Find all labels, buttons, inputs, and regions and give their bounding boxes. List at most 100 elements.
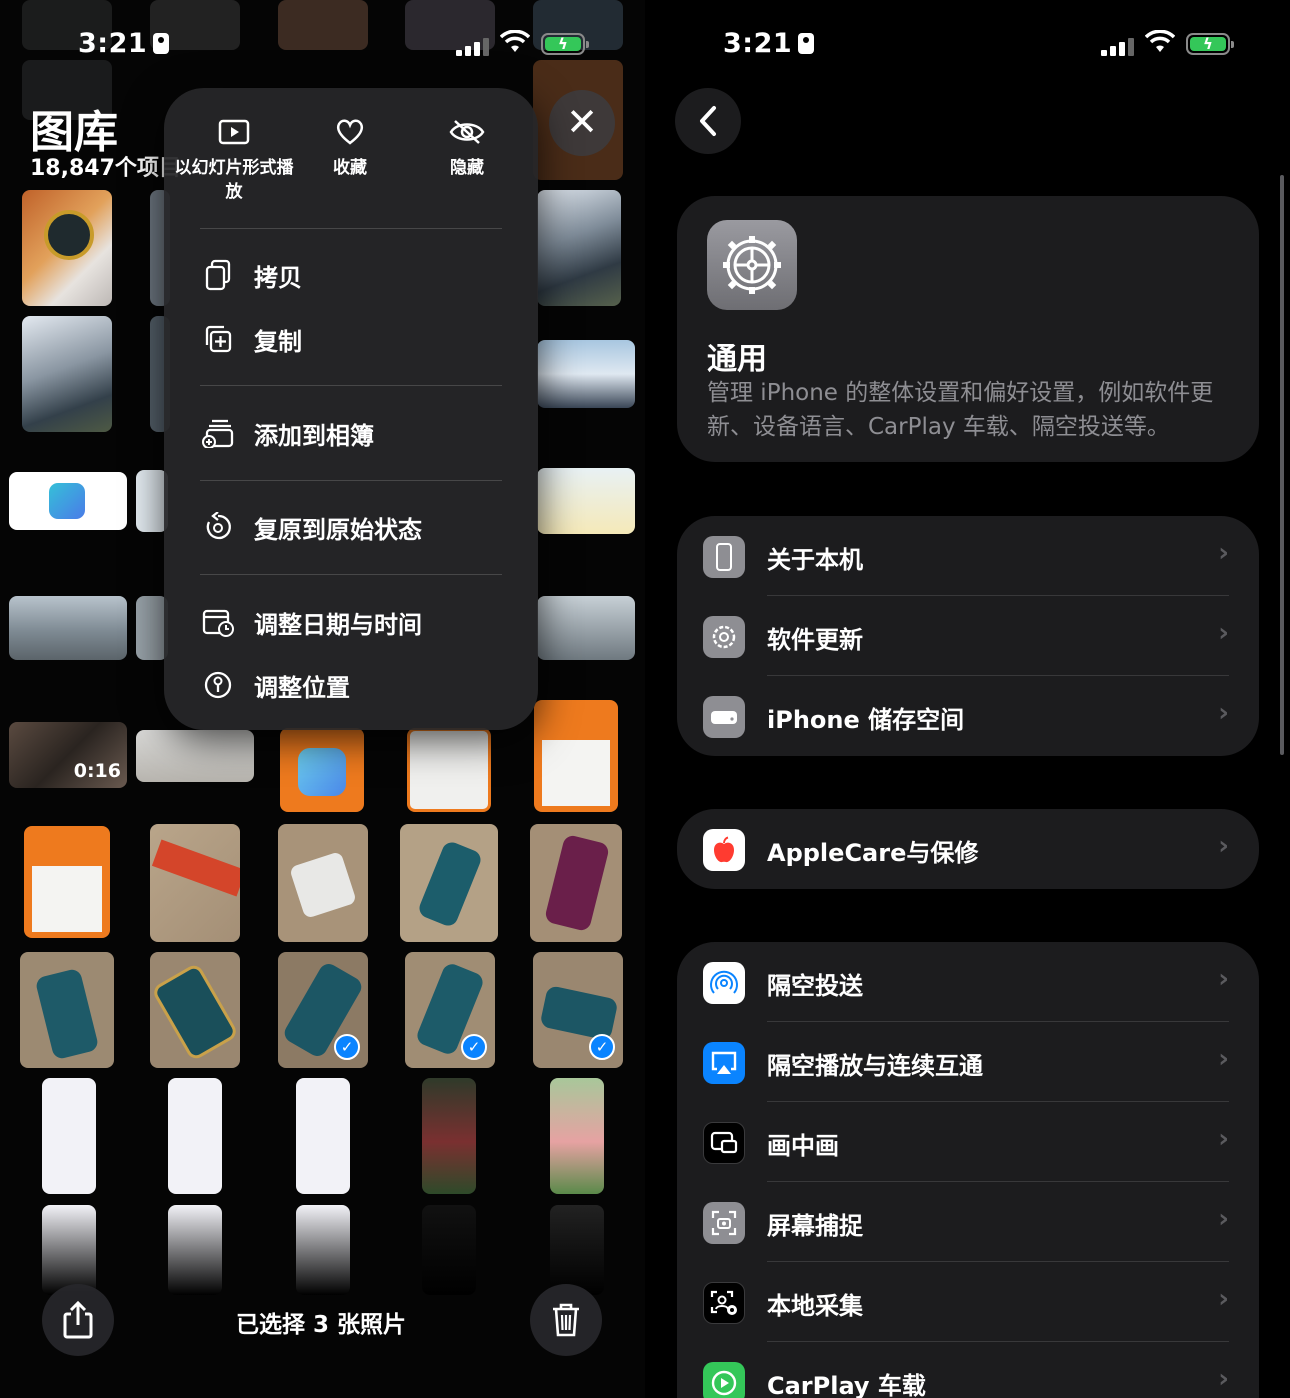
scrollbar[interactable]	[1280, 175, 1284, 755]
menu-divider	[200, 385, 502, 386]
photo-thumbnail[interactable]	[136, 730, 254, 782]
photo-thumbnail[interactable]	[150, 824, 240, 942]
photo-thumbnail[interactable]	[22, 190, 112, 306]
calendar-clock-icon	[200, 604, 236, 640]
photo-thumbnail[interactable]	[9, 472, 127, 530]
photo-thumbnail[interactable]	[9, 596, 127, 660]
video-duration: 0:16	[73, 760, 121, 782]
photo-thumbnail[interactable]	[400, 824, 498, 942]
slideshow-button[interactable]: 以幻灯片形式播放	[174, 116, 294, 204]
menu-item-duplicate[interactable]: 复制	[200, 314, 518, 364]
status-bar: 3:21 ϟ	[645, 22, 1290, 66]
photo-thumbnail[interactable]	[150, 952, 240, 1068]
photo-thumbnail[interactable]	[537, 596, 635, 660]
screenshot-icon	[703, 1202, 745, 1244]
menu-item-label: 拷贝	[254, 263, 302, 292]
revert-icon	[200, 509, 236, 545]
menu-item-revert[interactable]: 复原到原始状态	[200, 502, 518, 552]
settings-group-connectivity: 隔空投送 › 隔空播放与连续互通 › 画中画 › 屏幕捕捉 › 本地采集 › C…	[677, 942, 1259, 1398]
row-about[interactable]: 关于本机 ›	[677, 516, 1259, 596]
screenshot-thumbnail[interactable]	[42, 1078, 96, 1194]
menu-divider	[200, 574, 502, 575]
photo-thumbnail[interactable]: ✓	[278, 952, 368, 1068]
menu-item-adjust-date[interactable]: 调整日期与时间	[200, 597, 518, 647]
selected-checkmark-icon: ✓	[589, 1034, 615, 1060]
photo-thumbnail[interactable]	[537, 340, 635, 408]
photo-thumbnail[interactable]	[24, 826, 110, 938]
menu-item-label: 复原到原始状态	[254, 515, 422, 544]
focus-icon	[798, 33, 815, 54]
photos-screen: 0:16 ✓ ✓ ✓ 3:21 ϟ 图库 18,847个项目 ✕ 以幻灯片形式播…	[0, 0, 645, 1398]
chevron-right-icon: ›	[1218, 538, 1229, 568]
menu-item-add-to-album[interactable]: 添加到相簿	[200, 408, 518, 458]
settings-group-device: 关于本机 › 软件更新 › iPhone 储存空间 ›	[677, 516, 1259, 756]
slideshow-label: 以幻灯片形式播放	[174, 158, 294, 202]
row-screen-capture[interactable]: 屏幕捕捉 ›	[677, 1182, 1259, 1262]
chevron-left-icon	[700, 106, 716, 136]
context-menu: 以幻灯片形式播放 收藏 隐藏 拷贝 复制 添加到相簿 复原到原始状态 调整日期与…	[164, 88, 538, 730]
photo-thumbnail[interactable]	[530, 824, 622, 942]
photo-thumbnail[interactable]	[537, 468, 635, 534]
row-software-update[interactable]: 软件更新 ›	[677, 596, 1259, 676]
row-airplay[interactable]: 隔空播放与连续互通 ›	[677, 1022, 1259, 1102]
row-carplay[interactable]: CarPlay 车载 ›	[677, 1342, 1259, 1398]
screenshot-thumbnail[interactable]	[42, 1205, 96, 1295]
back-button[interactable]	[675, 88, 741, 154]
row-local-capture[interactable]: 本地采集 ›	[677, 1262, 1259, 1342]
menu-item-label: 复制	[254, 327, 302, 356]
item-count: 18,847个项目	[30, 156, 181, 181]
screenshot-thumbnail[interactable]	[168, 1205, 222, 1295]
chevron-right-icon: ›	[1218, 1044, 1229, 1074]
selected-checkmark-icon: ✓	[334, 1034, 360, 1060]
hide-button[interactable]: 隐藏	[407, 116, 527, 180]
trash-icon	[553, 1303, 579, 1337]
screenshot-thumbnail[interactable]	[550, 1078, 604, 1194]
play-rect-icon	[174, 116, 294, 148]
chevron-right-icon: ›	[1218, 1124, 1229, 1154]
screenshot-thumbnail[interactable]	[422, 1205, 476, 1295]
general-description: 管理 iPhone 的整体设置和偏好设置，例如软件更新、设备语言、CarPlay…	[707, 380, 1214, 440]
photo-thumbnail[interactable]	[278, 824, 368, 942]
favorite-button[interactable]: 收藏	[290, 116, 410, 180]
row-applecare[interactable]: AppleCare与保修 ›	[677, 809, 1259, 889]
row-storage[interactable]: iPhone 储存空间 ›	[677, 676, 1259, 756]
menu-divider	[200, 480, 502, 481]
menu-divider	[200, 228, 502, 229]
gear-badge-icon	[703, 616, 745, 658]
row-label: CarPlay 车载	[767, 1372, 926, 1398]
photo-thumbnail[interactable]	[22, 316, 112, 432]
menu-item-adjust-location[interactable]: 调整位置	[200, 660, 518, 710]
menu-item-copy[interactable]: 拷贝	[200, 250, 518, 300]
status-time: 3:21	[78, 28, 170, 59]
photo-thumbnail[interactable]	[280, 728, 364, 812]
share-button[interactable]	[42, 1284, 114, 1356]
delete-button[interactable]	[530, 1284, 602, 1356]
row-label: 关于本机	[767, 546, 863, 574]
photo-thumbnail[interactable]	[407, 728, 491, 812]
row-label: 隔空播放与连续互通	[767, 1052, 983, 1080]
carplay-icon	[703, 1362, 745, 1398]
video-thumbnail[interactable]: 0:16	[9, 722, 127, 788]
screenshot-thumbnail[interactable]	[422, 1078, 476, 1194]
photo-thumbnail[interactable]	[534, 700, 618, 812]
photo-thumbnail[interactable]	[537, 190, 621, 306]
screenshot-thumbnail[interactable]	[296, 1078, 350, 1194]
screenshot-thumbnail[interactable]	[168, 1078, 222, 1194]
screenshot-thumbnail[interactable]	[550, 1205, 604, 1295]
general-title: 通用	[707, 342, 767, 377]
photo-thumbnail[interactable]: ✓	[533, 952, 623, 1068]
photo-thumbnail[interactable]	[20, 952, 114, 1068]
settings-group-applecare: AppleCare与保修 ›	[677, 809, 1259, 889]
add-album-icon	[200, 415, 236, 451]
photo-thumbnail[interactable]: ✓	[405, 952, 495, 1068]
screenshot-thumbnail[interactable]	[296, 1205, 350, 1295]
chevron-right-icon: ›	[1218, 964, 1229, 994]
close-button[interactable]: ✕	[549, 90, 615, 156]
row-pip[interactable]: 画中画 ›	[677, 1102, 1259, 1182]
eye-slash-icon	[407, 116, 527, 148]
row-airdrop[interactable]: 隔空投送 ›	[677, 942, 1259, 1022]
battery-icon: ϟ	[541, 33, 589, 55]
general-header-card: 通用 管理 iPhone 的整体设置和偏好设置，例如软件更新、设备语言、CarP…	[677, 196, 1259, 462]
menu-item-label: 调整日期与时间	[254, 610, 422, 639]
row-label: 画中画	[767, 1132, 839, 1160]
